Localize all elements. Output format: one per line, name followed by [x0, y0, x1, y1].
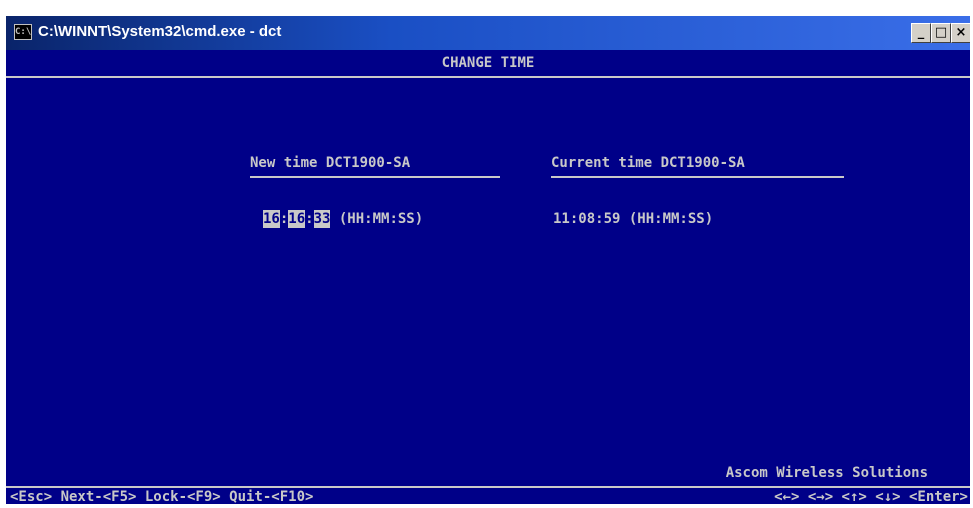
window-title: C:\WINNT\System32\cmd.exe - dct	[38, 23, 282, 40]
hours-field[interactable]: 16	[263, 210, 280, 228]
time-separator: :	[279, 211, 289, 227]
seconds-field[interactable]: 33	[313, 210, 331, 228]
footer-navigation-hints: <←> <→> <↑> <↓> <Enter>	[774, 489, 968, 504]
minutes-field[interactable]: 16	[288, 210, 306, 228]
time-separator: :	[305, 211, 314, 227]
screen-title: CHANGE TIME	[441, 55, 535, 71]
footer-key-hints: <Esc> Next-<F5> Lock-<F9> Quit-<F10>	[10, 489, 314, 504]
cmd-window-icon[interactable]: C:\	[14, 24, 32, 40]
current-time-underline	[551, 176, 844, 178]
title-bar[interactable]: C:\ C:\WINNT\System32\cmd.exe - dct _ □ …	[6, 16, 970, 50]
new-time-input-row: 16:16:33 (HH:MM:SS)	[263, 210, 423, 228]
console-area: CHANGE TIME New time DCT1900-SA Current …	[6, 50, 970, 504]
maximize-button[interactable]: □	[931, 23, 951, 43]
current-time-label: Current time DCT1900-SA	[551, 155, 745, 171]
console-window: C:\ C:\WINNT\System32\cmd.exe - dct _ □ …	[6, 16, 970, 504]
current-time-value: 11:08:59 (HH:MM:SS)	[553, 211, 714, 227]
close-button[interactable]: ×	[951, 23, 970, 43]
minimize-button[interactable]: _	[911, 23, 931, 43]
new-time-format-hint: (HH:MM:SS)	[330, 211, 424, 227]
vendor-label: Ascom Wireless Solutions	[725, 465, 928, 481]
header-divider	[6, 76, 970, 78]
new-time-label: New time DCT1900-SA	[250, 155, 411, 171]
new-time-underline	[250, 176, 500, 178]
